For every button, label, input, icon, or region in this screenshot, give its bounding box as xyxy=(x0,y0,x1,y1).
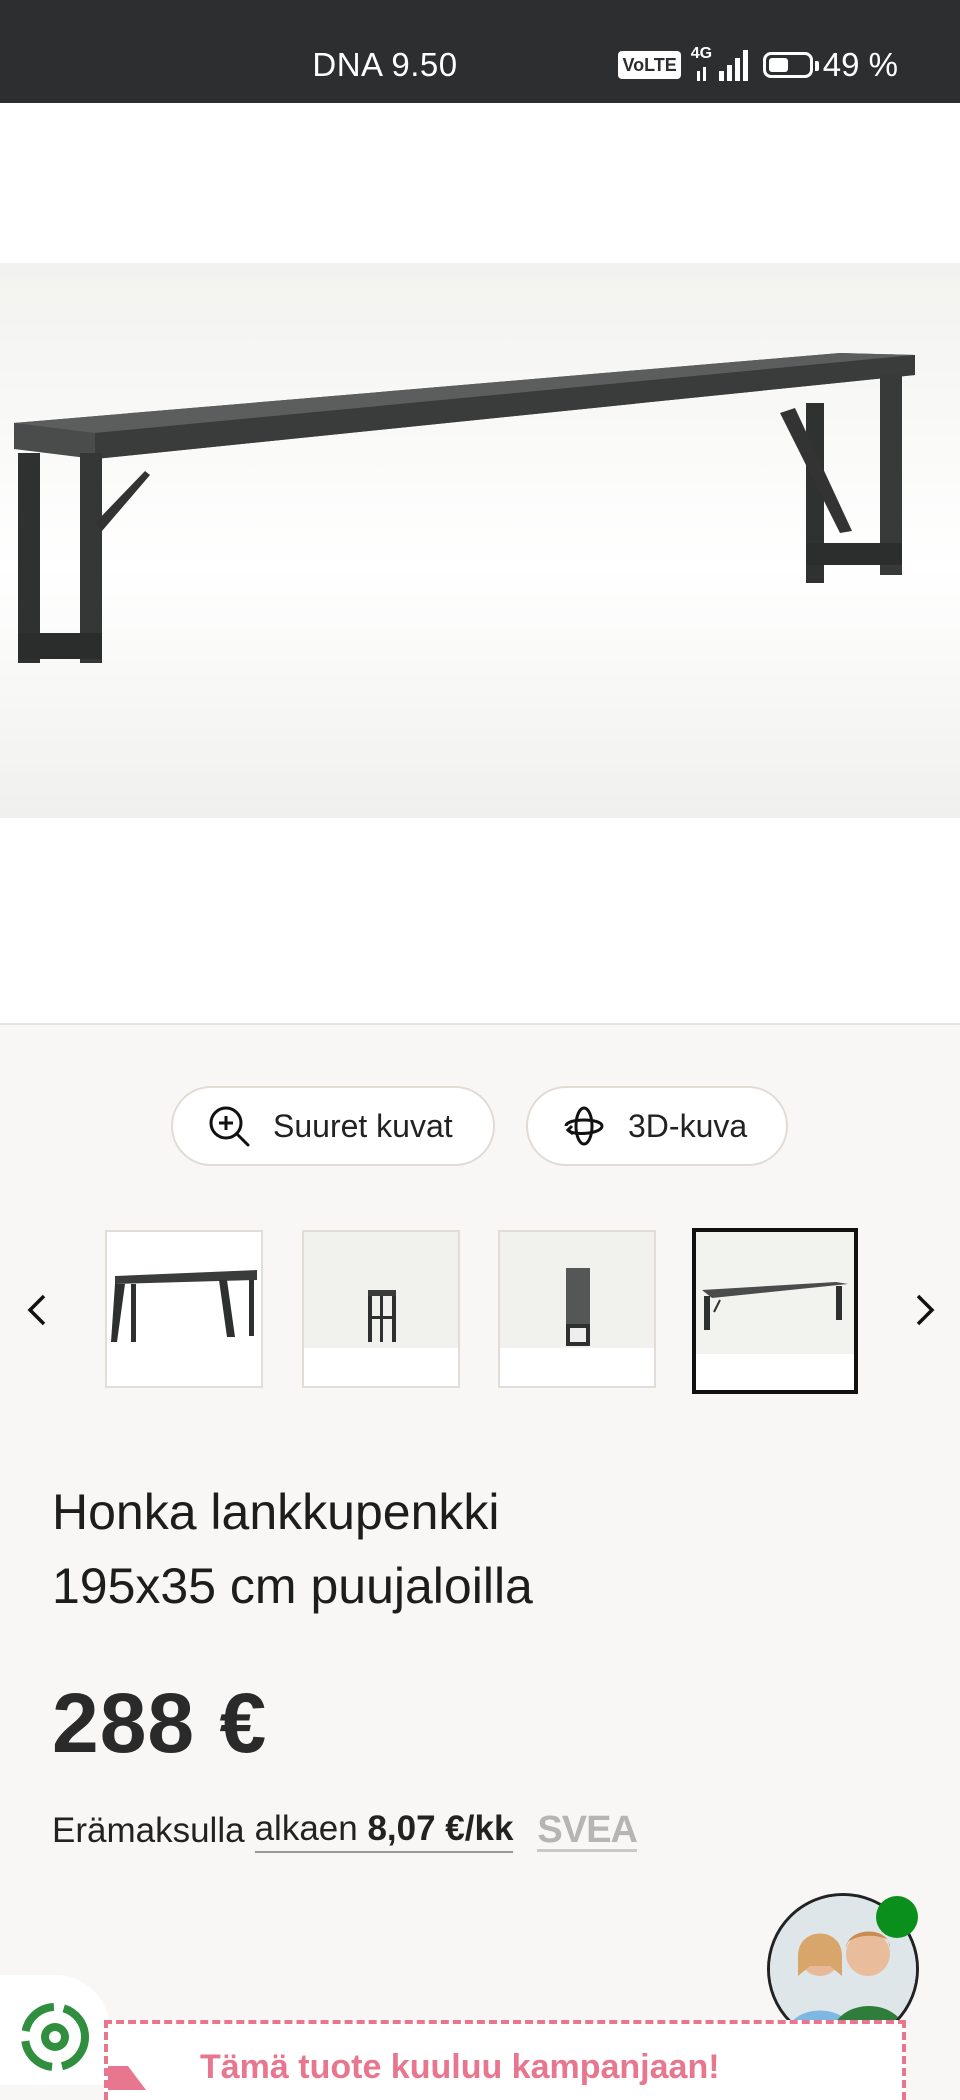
3d-view-label: 3D-kuva xyxy=(628,1107,748,1144)
thumbnail-4[interactable] xyxy=(692,1228,858,1394)
signal-icon: 4G xyxy=(691,45,753,85)
large-images-button[interactable]: Suuret kuvat xyxy=(171,1086,495,1166)
installment-prefix: Erämaksulla xyxy=(52,1811,245,1850)
product-price: 288 € xyxy=(52,1676,268,1770)
thumbnail-1[interactable] xyxy=(105,1230,263,1388)
product-image-area[interactable] xyxy=(0,103,960,1025)
online-status-indicator xyxy=(876,1896,918,1938)
product-title-line-1: Honka lankkupenkki xyxy=(52,1484,500,1540)
product-photo xyxy=(0,263,960,818)
large-images-label: Suuret kuvat xyxy=(273,1107,453,1144)
thumbnail-2[interactable] xyxy=(302,1230,460,1388)
3d-view-button[interactable]: 3D-kuva xyxy=(526,1086,788,1166)
zoom-in-icon xyxy=(209,1106,250,1147)
eco-badge[interactable] xyxy=(0,1975,110,2085)
battery-icon xyxy=(762,52,819,78)
product-title-line-2: 195x35 cm puujaloilla xyxy=(52,1558,533,1614)
campaign-text: Tämä tuote kuuluu kampanjaan! xyxy=(200,2048,720,2086)
chevron-left-icon[interactable] xyxy=(18,1290,58,1330)
rotate-3d-icon xyxy=(564,1106,604,1146)
product-title: Honka lankkupenkki 195x35 cm puujaloilla xyxy=(52,1475,832,1623)
volte-icon: VoLTE xyxy=(618,51,681,79)
recycle-icon xyxy=(21,2003,89,2071)
svea-logo: SVEA xyxy=(537,1808,638,1852)
installment-amount: 8,07 €/kk xyxy=(367,1809,514,1848)
tag-icon xyxy=(108,2066,146,2090)
installment-link[interactable]: alkaen 8,07 €/kk xyxy=(254,1809,514,1853)
battery-percentage: 49 % xyxy=(822,46,898,83)
status-bar: DNA 9.50 VoLTE 4G 49 % xyxy=(0,0,960,103)
chevron-right-icon[interactable] xyxy=(904,1290,944,1330)
installment-info: Erämaksulla alkaen 8,07 €/kk SVEA xyxy=(52,1808,638,1853)
installment-link-text: alkaen xyxy=(254,1809,358,1848)
thumbnail-3[interactable] xyxy=(498,1230,656,1388)
